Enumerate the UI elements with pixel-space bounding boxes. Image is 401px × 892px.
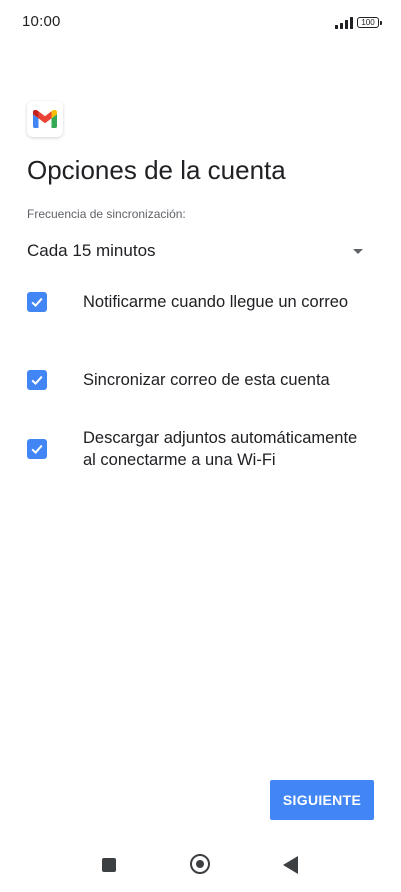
gmail-logo-icon	[27, 101, 63, 137]
dropdown-arrow-icon	[353, 248, 363, 254]
status-time: 10:00	[22, 13, 61, 30]
recents-icon[interactable]	[102, 858, 116, 872]
status-icons: 100	[335, 13, 382, 29]
checkbox-checked-icon[interactable]	[27, 292, 47, 312]
gmail-m-icon	[33, 110, 57, 128]
sync-frequency-select[interactable]: Cada 15 minutos	[27, 236, 373, 266]
option-download-attachments-wifi[interactable]: Descargar adjuntos automáticamente al co…	[27, 427, 373, 471]
checkbox-checked-icon[interactable]	[27, 370, 47, 390]
status-bar: 10:00 100	[0, 0, 401, 44]
option-label: Sincronizar correo de esta cuenta	[83, 371, 330, 389]
checkbox-checked-icon[interactable]	[27, 439, 47, 459]
signal-icon	[335, 17, 353, 29]
sync-frequency-value: Cada 15 minutos	[27, 241, 156, 260]
back-icon[interactable]	[283, 856, 298, 874]
battery-icon: 100	[357, 17, 382, 28]
option-label: Notificarme cuando llegue un correo	[83, 293, 349, 311]
option-sync-account-mail[interactable]: Sincronizar correo de esta cuenta	[27, 369, 373, 391]
next-button[interactable]: SIGUIENTE	[270, 780, 374, 820]
home-icon[interactable]	[190, 854, 210, 874]
option-notify-new-mail[interactable]: Notificarme cuando llegue un correo	[27, 291, 373, 313]
navigation-bar	[0, 844, 401, 892]
sync-frequency-label: Frecuencia de sincronización:	[27, 207, 186, 221]
page-title: Opciones de la cuenta	[27, 155, 286, 185]
option-label: Descargar adjuntos automáticamente al co…	[83, 429, 358, 469]
